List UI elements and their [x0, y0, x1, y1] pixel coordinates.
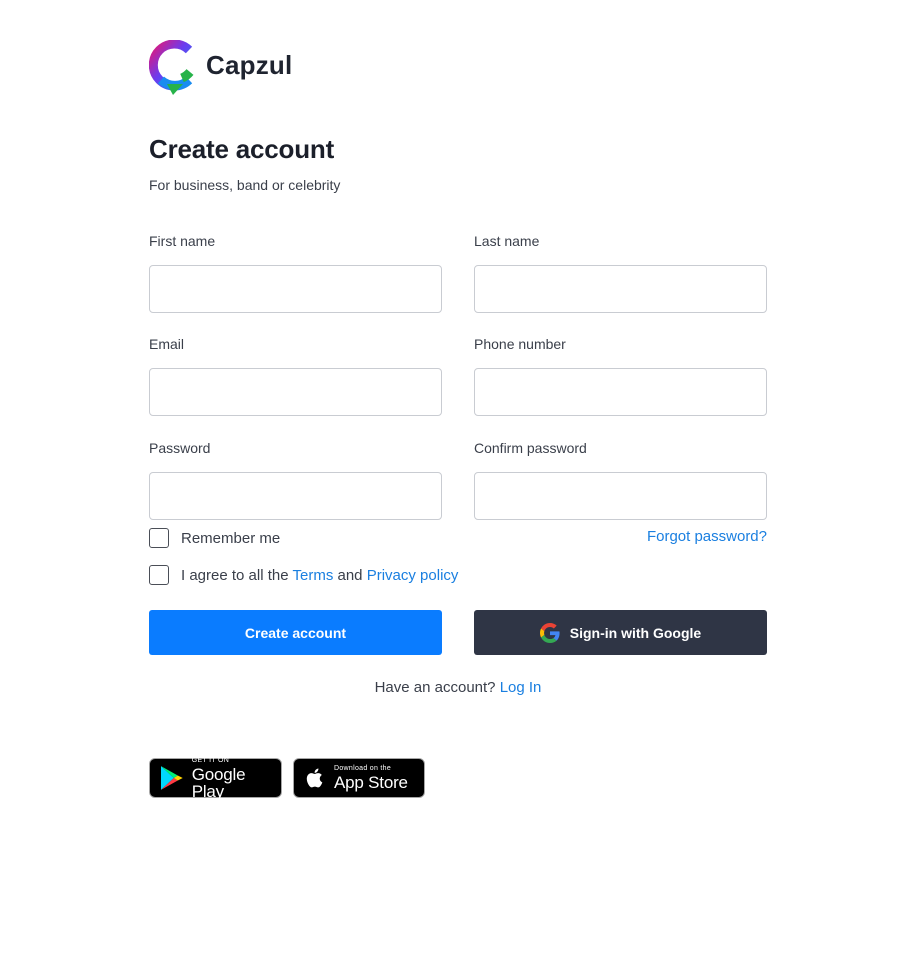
capzul-logo-icon [149, 40, 194, 95]
google-g-icon [539, 622, 560, 643]
first-name-input[interactable] [149, 265, 442, 313]
app-store-big: App Store [334, 773, 408, 792]
google-play-badge[interactable]: GET IT ON Google Play [149, 757, 282, 800]
login-link[interactable]: Log In [500, 679, 542, 696]
confirm-password-group: Confirm password [474, 440, 767, 520]
password-input[interactable] [149, 472, 442, 520]
privacy-policy-link[interactable]: Privacy policy [367, 567, 459, 584]
app-store-text: Download on the App Store [334, 765, 408, 791]
forgot-password-link[interactable]: Forgot password? [647, 528, 767, 545]
apple-icon [306, 768, 323, 788]
agree-terms-row: I agree to all the Terms and Privacy pol… [149, 565, 458, 585]
agree-terms-label: I agree to all the Terms and Privacy pol… [181, 567, 458, 584]
agree-and-text: and [337, 566, 363, 584]
remember-me-row: Remember me [149, 528, 280, 548]
last-name-label: Last name [474, 233, 540, 249]
password-label: Password [149, 440, 211, 456]
app-store-small: Download on the [334, 765, 392, 772]
last-name-input[interactable] [474, 265, 767, 313]
confirm-password-label: Confirm password [474, 440, 587, 456]
google-play-small: GET IT ON [191, 756, 230, 764]
app-store-badge[interactable]: Download on the App Store [293, 758, 425, 798]
google-play-text: GET IT ON Google Play [192, 757, 281, 800]
first-name-group: First name [149, 233, 442, 313]
phone-input[interactable] [474, 368, 767, 416]
google-play-big: Google Play [191, 764, 246, 801]
brand-name: Capzul [206, 49, 293, 80]
first-name-label: First name [149, 233, 216, 249]
confirm-password-input[interactable] [474, 472, 767, 520]
email-label: Email [149, 336, 185, 352]
page-title: Create account [149, 134, 335, 164]
google-signin-button[interactable]: Sign-in with Google [474, 610, 767, 655]
page-subtitle: For business, band or celebrity [149, 177, 341, 193]
create-account-button[interactable]: Create account [149, 610, 442, 655]
remember-me-label[interactable]: Remember me [181, 530, 280, 547]
have-account-text: Have an account? [374, 679, 496, 696]
brand-logo[interactable]: Capzul [149, 40, 292, 96]
remember-me-checkbox[interactable] [149, 528, 169, 548]
last-name-group: Last name [474, 233, 767, 313]
phone-label: Phone number [474, 336, 566, 352]
phone-group: Phone number [474, 336, 767, 416]
google-play-icon [160, 766, 183, 790]
have-account-row: Have an account? Log In [149, 679, 767, 696]
google-signin-label: Sign-in with Google [569, 624, 702, 641]
email-input[interactable] [149, 368, 442, 416]
terms-link[interactable]: Terms [292, 567, 333, 584]
email-group: Email [149, 336, 442, 416]
password-group: Password [149, 440, 442, 520]
agree-terms-checkbox[interactable] [149, 565, 169, 585]
agree-prefix-text: I agree to all the [181, 566, 289, 584]
